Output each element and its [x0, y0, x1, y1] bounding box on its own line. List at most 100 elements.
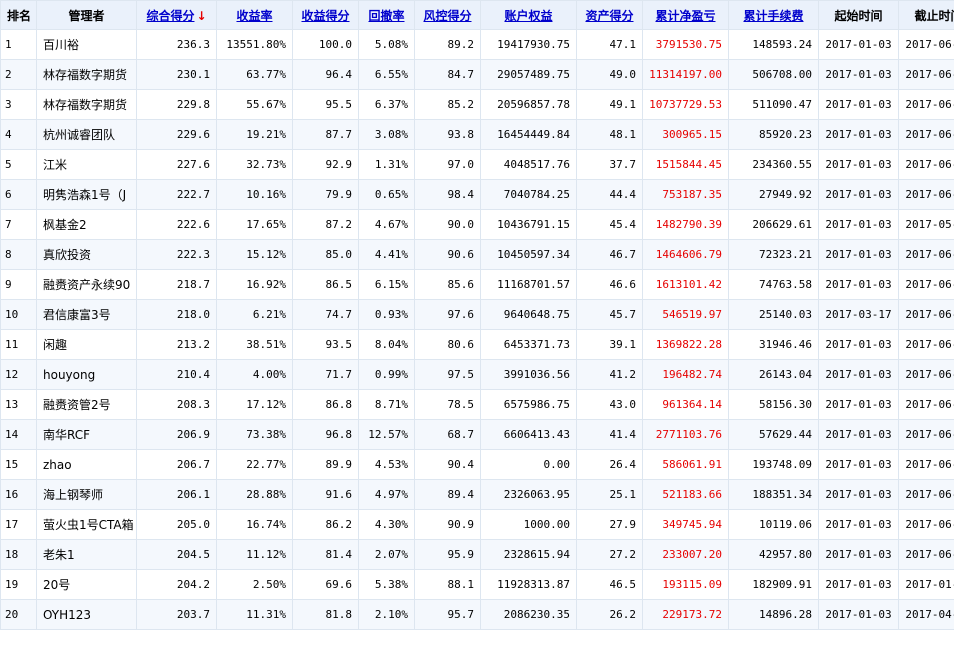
cum-pnl-cell: 1464606.79: [642, 239, 729, 270]
return-score-cell: 86.2: [292, 509, 359, 540]
end-date-cell: 2017-06-05: [898, 449, 954, 480]
cum-pnl-cell: 1613101.42: [642, 269, 729, 300]
start-date-cell: 2017-03-17: [818, 299, 899, 330]
rank-cell: 6: [0, 179, 37, 210]
drawdown-cell: 0.99%: [358, 359, 415, 390]
rank-cell: 1: [0, 29, 37, 60]
drawdown-cell: 8.04%: [358, 329, 415, 360]
start-date-cell: 2017-01-03: [818, 569, 899, 600]
risk-score-cell: 80.6: [414, 329, 481, 360]
manager-name[interactable]: 闲趣: [36, 329, 137, 360]
equity-cell: 20596857.78: [480, 89, 577, 120]
asset-score-cell: 47.1: [576, 29, 643, 60]
risk-score-cell: 89.2: [414, 29, 481, 60]
sort-return-score[interactable]: 收益得分: [292, 0, 359, 30]
manager-name[interactable]: 林存福数字期货: [36, 59, 137, 90]
table-row: 15 zhao 206.7 22.77% 89.9 4.53% 90.4 0.00 26.4 58…: [0, 449, 954, 480]
start-date-cell: 2017-01-03: [818, 59, 899, 90]
cum-pnl-cell: 196482.74: [642, 359, 729, 390]
return-score-cell: 69.6: [292, 569, 359, 600]
manager-name[interactable]: 江米: [36, 149, 137, 180]
start-date-cell: 2017-01-03: [818, 509, 899, 540]
sort-total-score[interactable]: 综合得分 ↓: [136, 0, 217, 30]
manager-name[interactable]: 林存福数字期货: [36, 89, 137, 120]
sort-asset-score[interactable]: 资产得分: [576, 0, 643, 30]
manager-name[interactable]: 萤火虫1号CTA箱: [36, 509, 137, 540]
end-date-cell: 2017-01-13: [898, 569, 954, 600]
drawdown-cell: 4.67%: [358, 209, 415, 240]
risk-score-cell: 90.9: [414, 509, 481, 540]
table-row: 18 老朱1 204.5 11.12% 81.4 2.07% 95.9 2328615.94 2…: [0, 539, 954, 570]
manager-name[interactable]: 百川裕: [36, 29, 137, 60]
total-score-cell: 204.5: [136, 539, 217, 570]
rank-cell: 14: [0, 419, 37, 450]
manager-name[interactable]: 融赉资管2号: [36, 389, 137, 420]
sort-cum-fee[interactable]: 累计手续费: [728, 0, 819, 30]
sort-return-rate[interactable]: 收益率: [216, 0, 293, 30]
risk-score-cell: 97.5: [414, 359, 481, 390]
equity-cell: 11168701.57: [480, 269, 577, 300]
manager-name[interactable]: 20号: [36, 569, 137, 600]
return-rate-cell: 16.74%: [216, 509, 293, 540]
manager-name[interactable]: OYH123: [36, 599, 137, 630]
return-score-cell: 89.9: [292, 449, 359, 480]
manager-name[interactable]: 老朱1: [36, 539, 137, 570]
drawdown-cell: 8.71%: [358, 389, 415, 420]
manager-name[interactable]: 海上钢琴师: [36, 479, 137, 510]
end-date-cell: 2017-06-05: [898, 179, 954, 210]
header-manager: 管理者: [36, 0, 137, 30]
end-date-cell: 2017-06-05: [898, 509, 954, 540]
sort-risk-score[interactable]: 风控得分: [414, 0, 481, 30]
manager-name[interactable]: 枫基金2: [36, 209, 137, 240]
manager-name[interactable]: zhao: [36, 449, 137, 480]
manager-name[interactable]: 杭州诚睿团队: [36, 119, 137, 150]
asset-score-cell: 48.1: [576, 119, 643, 150]
rank-cell: 4: [0, 119, 37, 150]
manager-name[interactable]: houyong: [36, 359, 137, 390]
sort-desc-arrow-icon: ↓: [196, 8, 207, 23]
ranking-table: 排名 管理者 综合得分 ↓ 收益率 收益得分 回撤率 风控得分 账户权益 资产得分…: [0, 0, 954, 630]
rank-cell: 13: [0, 389, 37, 420]
cum-fee-cell: 58156.30: [728, 389, 819, 420]
risk-score-cell: 90.6: [414, 239, 481, 270]
total-score-cell: 206.9: [136, 419, 217, 450]
start-date-cell: 2017-01-03: [818, 179, 899, 210]
manager-name[interactable]: 明隽浩森1号（J: [36, 179, 137, 210]
start-date-cell: 2017-01-03: [818, 119, 899, 150]
cum-fee-cell: 72323.21: [728, 239, 819, 270]
manager-name[interactable]: 南华RCF: [36, 419, 137, 450]
table-row: 19 20号 204.2 2.50% 69.6 5.38% 88.1 11928313.87 4…: [0, 569, 954, 600]
drawdown-cell: 6.15%: [358, 269, 415, 300]
return-score-cell: 100.0: [292, 29, 359, 60]
sort-drawdown[interactable]: 回撤率: [358, 0, 415, 30]
start-date-cell: 2017-01-03: [818, 599, 899, 630]
drawdown-cell: 4.41%: [358, 239, 415, 270]
sort-equity[interactable]: 账户权益: [480, 0, 577, 30]
equity-cell: 10450597.34: [480, 239, 577, 270]
asset-score-cell: 25.1: [576, 479, 643, 510]
asset-score-cell: 46.6: [576, 269, 643, 300]
manager-name[interactable]: 君信康富3号: [36, 299, 137, 330]
header-return-score-label: 收益得分: [301, 8, 350, 23]
cum-pnl-cell: 586061.91: [642, 449, 729, 480]
return-rate-cell: 73.38%: [216, 419, 293, 450]
total-score-cell: 218.0: [136, 299, 217, 330]
total-score-cell: 208.3: [136, 389, 217, 420]
equity-cell: 1000.00: [480, 509, 577, 540]
return-score-cell: 93.5: [292, 329, 359, 360]
return-score-cell: 95.5: [292, 89, 359, 120]
sort-cum-pnl[interactable]: 累计净盈亏: [642, 0, 729, 30]
equity-cell: 2328615.94: [480, 539, 577, 570]
rank-cell: 18: [0, 539, 37, 570]
cum-pnl-cell: 2771103.76: [642, 419, 729, 450]
manager-name[interactable]: 真欣投资: [36, 239, 137, 270]
equity-cell: 6453371.73: [480, 329, 577, 360]
manager-name[interactable]: 融赉资产永续90: [36, 269, 137, 300]
cum-pnl-cell: 300965.15: [642, 119, 729, 150]
risk-score-cell: 85.2: [414, 89, 481, 120]
cum-fee-cell: 234360.55: [728, 149, 819, 180]
equity-cell: 7040784.25: [480, 179, 577, 210]
header-start-label: 起始时间: [834, 8, 883, 23]
risk-score-cell: 93.8: [414, 119, 481, 150]
equity-cell: 29057489.75: [480, 59, 577, 90]
